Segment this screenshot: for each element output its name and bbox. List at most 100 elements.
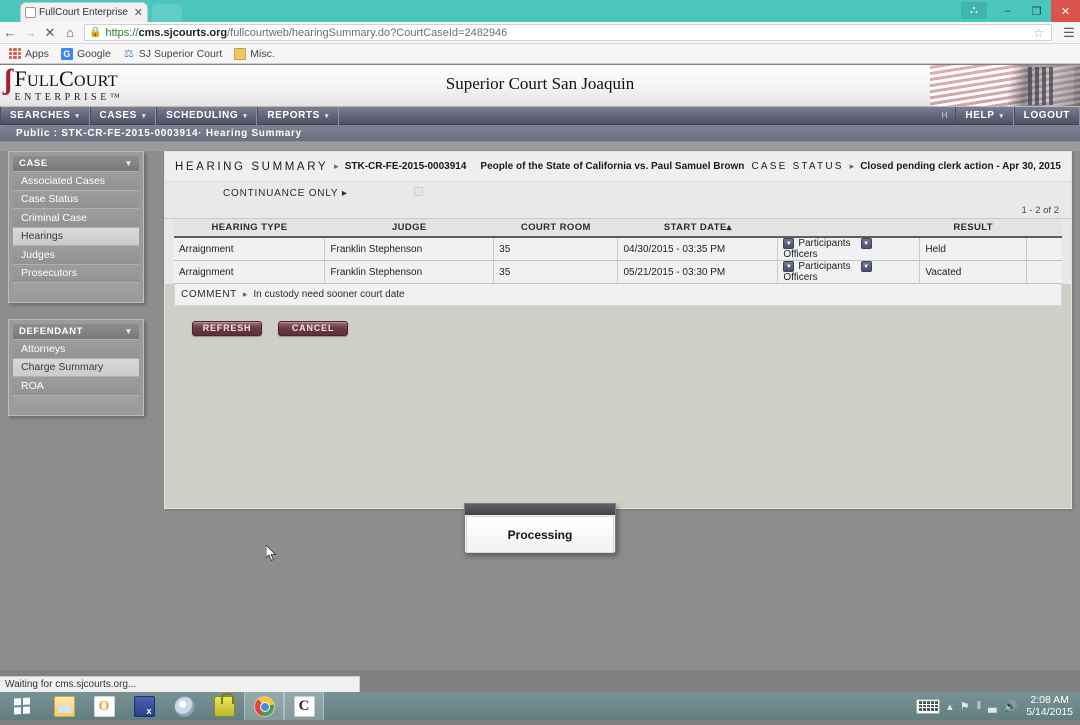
- page-body: CASE ▼ Associated Cases Case Status Crim…: [0, 151, 1080, 670]
- taskbar-excel[interactable]: x: [124, 692, 164, 720]
- volume-icon[interactable]: 🔊: [1004, 700, 1018, 713]
- sidebar-item-label: ROA: [21, 379, 44, 392]
- officers-label[interactable]: Officers: [783, 249, 817, 260]
- sidebar-item-prosecutors[interactable]: Prosecutors: [13, 264, 139, 283]
- home-icon[interactable]: ⌂: [60, 25, 80, 40]
- sidebar-item-hearings[interactable]: Hearings: [13, 227, 139, 246]
- participants-label[interactable]: Participants: [798, 261, 850, 272]
- profile-icon[interactable]: ⛬: [961, 2, 987, 19]
- menu-reports[interactable]: REPORTS ▾: [257, 106, 339, 125]
- bookmark-misc[interactable]: Misc.: [230, 47, 279, 61]
- sidebar-panel-case: CASE ▼ Associated Cases Case Status Crim…: [8, 151, 144, 303]
- cancel-button[interactable]: CANCEL: [278, 320, 348, 336]
- window-controls: ⛬ – ❐ ✕: [961, 0, 1080, 22]
- refresh-button[interactable]: REFRESH: [192, 320, 262, 336]
- bookmark-label: Google: [76, 47, 111, 60]
- bookmark-sj-superior-court[interactable]: ⚖ SJ Superior Court: [119, 47, 226, 61]
- sidebar-panel-case-header[interactable]: CASE ▼: [13, 156, 139, 172]
- page-title: Superior Court San Joaquin: [445, 74, 635, 93]
- clock-time: 2:08 AM: [1030, 694, 1069, 706]
- sidebar-item-label: Charge Summary: [21, 361, 104, 374]
- col-links: [777, 219, 920, 237]
- col-start-date[interactable]: START DATE▴: [617, 219, 778, 237]
- participants-dropdown-icon[interactable]: ▼: [783, 261, 795, 273]
- sidebar-panel-defendant-header[interactable]: DEFENDANT ▼: [13, 324, 139, 340]
- sidebar-item-roa[interactable]: ROA: [13, 377, 139, 396]
- sidebar-item-charge-summary[interactable]: Charge Summary: [13, 358, 139, 377]
- col-court-room[interactable]: COURT ROOM: [493, 219, 618, 237]
- address-bar[interactable]: 🔒 https:// cms.sjcourts.org /fullcourtwe…: [84, 24, 1052, 41]
- chevron-down-icon: ▾: [324, 112, 329, 120]
- sidebar-item-case-status[interactable]: Case Status: [13, 190, 139, 209]
- taskbar-chrome[interactable]: [244, 692, 284, 720]
- sidebar-panel-case-footer: [13, 283, 139, 298]
- sidebar-item-judges[interactable]: Judges: [13, 246, 139, 265]
- bookmark-apps[interactable]: Apps: [5, 47, 53, 61]
- sidebar-item-attorneys[interactable]: Attorneys: [13, 340, 139, 359]
- processing-dialog: Processing: [464, 503, 616, 553]
- table-row[interactable]: Arraignment Franklin Stephenson 35 04/30…: [174, 237, 1062, 262]
- menu-logout[interactable]: LOGOUT: [1013, 106, 1080, 125]
- minimize-button[interactable]: –: [993, 0, 1022, 22]
- stop-icon[interactable]: ✕: [40, 25, 60, 41]
- chevron-down-icon: ▾: [141, 112, 147, 120]
- sidebar-item-criminal-case[interactable]: Criminal Case: [13, 209, 139, 228]
- url-scheme: https://: [105, 26, 139, 39]
- officers-dropdown-icon[interactable]: ▼: [860, 238, 872, 249]
- table-row[interactable]: Arraignment Franklin Stephenson 35 05/21…: [174, 260, 1062, 285]
- browser-tab[interactable]: FullCourt Enterprise - Hea ✕: [20, 2, 148, 22]
- menu-searches[interactable]: SEARCHES ▾: [0, 106, 90, 125]
- signal-icon[interactable]: ▃: [988, 700, 996, 713]
- col-judge[interactable]: JUDGE: [324, 219, 494, 237]
- lock-icon: [213, 692, 235, 717]
- cell-court-room: 35: [493, 237, 619, 262]
- bookmark-star-icon[interactable]: ☆: [1030, 26, 1047, 40]
- officers-dropdown-icon[interactable]: ▼: [860, 261, 872, 273]
- case-number: STK-CR-FE-2015-0003914: [344, 161, 467, 172]
- new-tab-button[interactable]: [152, 4, 182, 22]
- back-icon[interactable]: ←: [0, 25, 20, 40]
- sidebar-item-associated-cases[interactable]: Associated Cases: [13, 172, 139, 191]
- bookmark-label: Misc.: [250, 47, 275, 60]
- cell-start-date: 05/21/2015 - 03:30 PM: [617, 260, 779, 285]
- start-button[interactable]: [0, 692, 44, 720]
- bookmark-google[interactable]: G Google: [57, 47, 115, 61]
- cell-court-room: 35: [493, 260, 619, 285]
- device-icon[interactable]: ‖: [977, 700, 982, 712]
- close-window-button[interactable]: ✕: [1051, 0, 1080, 22]
- participants-label[interactable]: Participants: [798, 238, 850, 249]
- browser-status-bar: Waiting for cms.sjcourts.org...: [0, 676, 360, 692]
- maximize-button[interactable]: ❐: [1022, 0, 1051, 22]
- browser-menu-icon[interactable]: ☰: [1058, 25, 1080, 41]
- chevron-up-icon[interactable]: ▴: [947, 700, 953, 713]
- menu-cases[interactable]: CASES ▾: [89, 106, 157, 125]
- menu-label: HELP: [965, 110, 995, 121]
- cell-result: Held: [919, 237, 1027, 262]
- taskbar-disc[interactable]: [164, 692, 204, 720]
- sidebar-panel-defendant-footer: [13, 395, 139, 411]
- close-icon[interactable]: ✕: [131, 6, 143, 19]
- cell-start-date: 04/30/2015 - 03:35 PM: [617, 237, 779, 262]
- taskbar-outlook[interactable]: O: [84, 692, 124, 720]
- clock[interactable]: 2:08 AM 5/14/2015: [1024, 694, 1073, 718]
- taskbar-citrix[interactable]: C: [284, 692, 324, 720]
- menu-help[interactable]: HELP ▾: [955, 106, 1014, 125]
- participants-dropdown-icon[interactable]: ▼: [783, 238, 795, 249]
- cell-judge: Franklin Stephenson: [324, 237, 495, 262]
- cell-hearing-type: Arraignment: [174, 260, 326, 285]
- forward-icon[interactable]: →: [20, 25, 40, 40]
- col-hearing-type[interactable]: HEARING TYPE: [174, 219, 325, 237]
- col-result[interactable]: RESULT: [919, 219, 1027, 237]
- user-initial: H: [941, 111, 948, 120]
- page-viewport: ʃ FULLCOURT ENTERPRISE™ Superior Court S…: [0, 65, 1080, 670]
- chevron-down-icon: ▾: [243, 112, 248, 120]
- network-icon[interactable]: ⚑: [960, 700, 970, 713]
- continuance-only-checkbox[interactable]: [414, 187, 423, 196]
- browser-tab-title: FullCourt Enterprise - Hea: [39, 6, 131, 18]
- taskbar-lock[interactable]: [204, 692, 244, 720]
- keyboard-icon[interactable]: [916, 698, 941, 714]
- menu-scheduling[interactable]: SCHEDULING ▾: [156, 106, 258, 125]
- taskbar-file-explorer[interactable]: [44, 692, 84, 720]
- officers-label[interactable]: Officers: [783, 272, 817, 283]
- sidebar-item-label: Case Status: [21, 193, 79, 206]
